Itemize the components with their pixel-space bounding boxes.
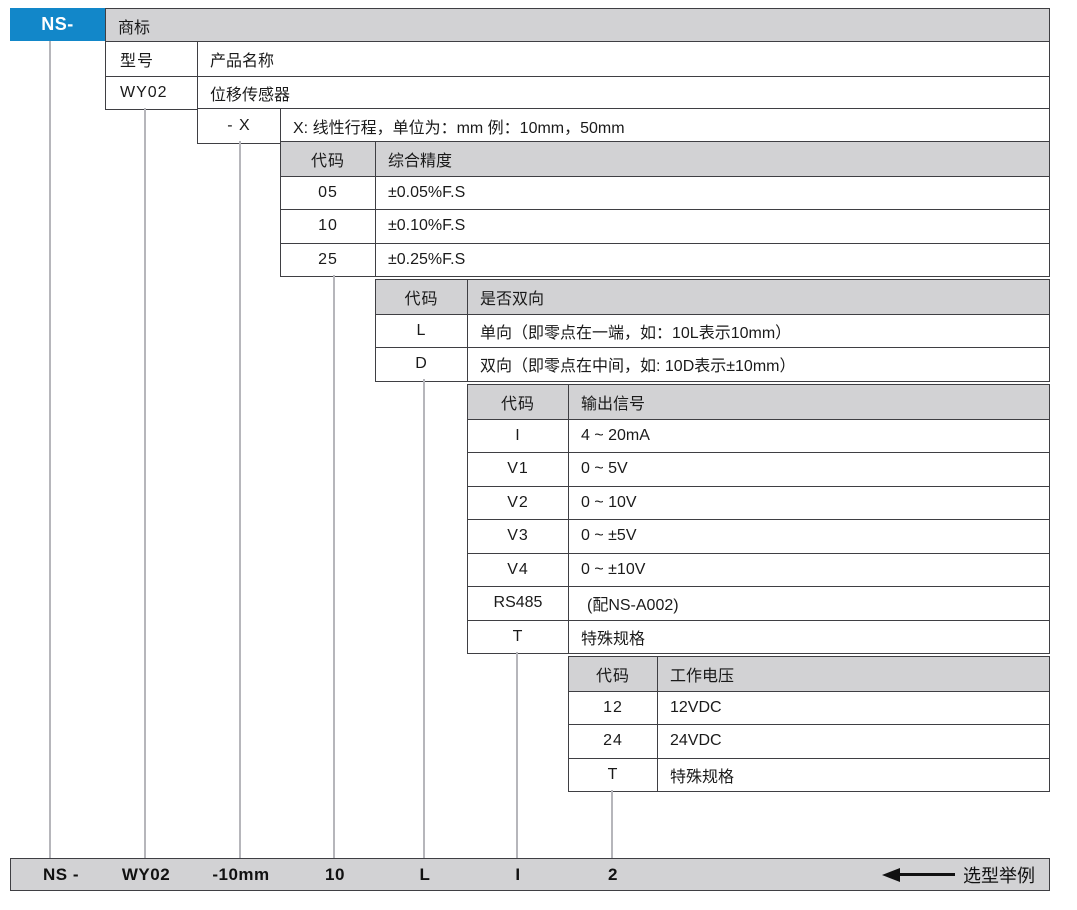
voltage-header-code: 代码 xyxy=(569,657,658,691)
accuracy-row-code: 10 xyxy=(281,209,376,243)
example-code-stroke: -10mm xyxy=(212,865,269,885)
output-row-desc: 0 ~ 5V xyxy=(569,452,1049,486)
voltage-row-code: T xyxy=(569,758,658,792)
stroke-desc: X: 线性行程，单位为：mm 例：10mm，50mm xyxy=(281,109,1049,143)
stroke-row: - X X: 线性行程，单位为：mm 例：10mm，50mm xyxy=(197,108,1050,144)
direction-row-code: L xyxy=(376,314,468,348)
output-row-desc: 4 ~ 20mA xyxy=(569,419,1049,453)
output-header-desc: 输出信号 xyxy=(569,385,1049,419)
accuracy-header-desc: 综合精度 xyxy=(376,142,1049,176)
output-row-code: T xyxy=(468,620,569,654)
direction-row-desc: 单向（即零点在一端，如：10L表示10mm） xyxy=(468,314,1049,348)
trademark-row: 商标 xyxy=(105,8,1050,44)
direction-table: 代码 是否双向 L 单向（即零点在一端，如：10L表示10mm） D 双向（即零… xyxy=(375,279,1050,382)
direction-row-code: D xyxy=(376,347,468,381)
example-code-voltage: 2 xyxy=(608,865,618,885)
output-row-desc: 0 ~ ±5V xyxy=(569,519,1049,553)
direction-header-desc: 是否双向 xyxy=(468,280,1049,314)
voltage-row-code: 24 xyxy=(569,724,658,758)
model-table: 型号 产品名称 WY02 位移传感器 xyxy=(105,41,1050,110)
output-row-code: V1 xyxy=(468,452,569,486)
brand-prefix-box: NS- xyxy=(10,8,105,41)
accuracy-row-desc: ±0.25%F.S xyxy=(376,243,1049,277)
trademark-label: 商标 xyxy=(106,9,1049,43)
connector-line xyxy=(611,790,613,858)
accuracy-header-code: 代码 xyxy=(281,142,376,176)
ordering-example-bar: NS - WY02 -10mm 10 L I 2 选型举例 xyxy=(10,858,1050,891)
output-row-desc: 0 ~ 10V xyxy=(569,486,1049,520)
example-code-direction: L xyxy=(420,865,431,885)
accuracy-table: 代码 综合精度 05 ±0.05%F.S 10 ±0.10%F.S 25 ±0.… xyxy=(280,141,1050,277)
voltage-row-desc: 24VDC xyxy=(658,724,1049,758)
voltage-row-code: 12 xyxy=(569,691,658,725)
voltage-header-desc: 工作电压 xyxy=(658,657,1049,691)
output-row-code: I xyxy=(468,419,569,453)
arrow-shaft xyxy=(899,873,955,876)
left-arrow-icon xyxy=(882,868,900,882)
voltage-table: 代码 工作电压 12 12VDC 24 24VDC T 特殊规格 xyxy=(568,656,1050,792)
output-row-desc: 特殊规格 xyxy=(569,620,1049,654)
example-label: 选型举例 xyxy=(963,862,1035,888)
output-signal-table: 代码 输出信号 I 4 ~ 20mA V1 0 ~ 5V V2 0 ~ 10V … xyxy=(467,384,1050,654)
output-row-code: RS485 xyxy=(468,586,569,620)
model-header-col2: 产品名称 xyxy=(198,42,1049,76)
example-code-output: I xyxy=(515,865,520,885)
model-header-col1: 型号 xyxy=(106,42,198,76)
stroke-code: - X xyxy=(198,109,281,143)
accuracy-row-code: 25 xyxy=(281,243,376,277)
example-code-prefix: NS - xyxy=(43,865,79,885)
model-row-code: WY02 xyxy=(106,76,198,110)
connector-line xyxy=(333,275,335,858)
model-code-diagram: NS- 商标 型号 产品名称 WY02 位移传感器 - X X: 线性行程，单位… xyxy=(0,0,1077,910)
direction-row-desc: 双向（即零点在中间，如: 10D表示±10mm） xyxy=(468,347,1049,381)
output-header-code: 代码 xyxy=(468,385,569,419)
connector-line xyxy=(239,141,241,858)
output-row-desc: (配NS-A002) xyxy=(569,586,1049,620)
direction-header-code: 代码 xyxy=(376,280,468,314)
voltage-row-desc: 特殊规格 xyxy=(658,758,1049,792)
connector-line xyxy=(144,108,146,858)
output-row-code: V2 xyxy=(468,486,569,520)
output-row-desc: 0 ~ ±10V xyxy=(569,553,1049,587)
voltage-row-desc: 12VDC xyxy=(658,691,1049,725)
output-row-code: V3 xyxy=(468,519,569,553)
accuracy-row-code: 05 xyxy=(281,176,376,210)
connector-line xyxy=(49,41,51,858)
example-note: 选型举例 xyxy=(882,862,1035,888)
model-row-desc: 位移传感器 xyxy=(198,76,1049,110)
connector-line xyxy=(516,652,518,858)
accuracy-row-desc: ±0.10%F.S xyxy=(376,209,1049,243)
connector-line xyxy=(423,379,425,858)
accuracy-row-desc: ±0.05%F.S xyxy=(376,176,1049,210)
output-row-code: V4 xyxy=(468,553,569,587)
example-code-model: WY02 xyxy=(122,865,170,885)
example-code-accuracy: 10 xyxy=(325,865,345,885)
